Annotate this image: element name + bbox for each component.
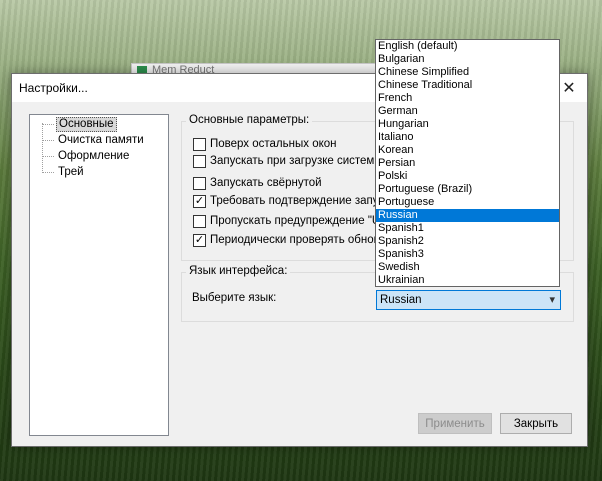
language-option[interactable]: English (default): [376, 40, 559, 53]
tree-item-appearance[interactable]: Оформление: [56, 149, 131, 164]
language-option[interactable]: Swedish: [376, 261, 559, 274]
checkbox[interactable]: [193, 214, 206, 228]
option-skip-warning[interactable]: Пропускать предупреждение "Us: [193, 213, 386, 229]
language-option[interactable]: Spanish3: [376, 248, 559, 261]
apply-button[interactable]: Применить: [418, 413, 492, 434]
language-option[interactable]: Spanish2: [376, 235, 559, 248]
checkbox-checked[interactable]: ✓: [193, 233, 206, 247]
tree-connector: [42, 124, 54, 125]
tree-connector: [42, 123, 43, 173]
language-select-label: Выберите язык:: [192, 292, 277, 304]
chevron-down-icon[interactable]: ▾: [549, 293, 555, 306]
language-dropdown-list: English (default) Bulgarian Chinese Simp…: [375, 39, 560, 287]
language-option[interactable]: German: [376, 105, 559, 118]
tree-item-memory-cleaning[interactable]: Очистка памяти: [56, 133, 146, 148]
language-option[interactable]: Bulgarian: [376, 53, 559, 66]
language-select[interactable]: Russian ▾: [376, 290, 561, 310]
language-option[interactable]: Portuguese (Brazil): [376, 183, 559, 196]
close-button[interactable]: Закрыть: [500, 413, 572, 434]
language-option[interactable]: Persian: [376, 157, 559, 170]
option-always-on-top[interactable]: Поверх остальных окон: [193, 136, 337, 152]
language-option[interactable]: Chinese Simplified: [376, 66, 559, 79]
option-label: Запускать свёрнутой: [210, 177, 322, 189]
language-option[interactable]: Italiano: [376, 131, 559, 144]
language-option[interactable]: Korean: [376, 144, 559, 157]
checkbox[interactable]: [193, 154, 206, 168]
option-label: Пропускать предупреждение "Us: [210, 215, 386, 227]
language-option[interactable]: Chinese Traditional: [376, 79, 559, 92]
dialog-title: Настройки...: [19, 81, 88, 95]
tree-item-tray[interactable]: Трей: [56, 165, 86, 180]
language-option-selected[interactable]: Russian: [376, 209, 559, 222]
option-check-updates[interactable]: ✓ Периодически проверять обновл: [193, 232, 386, 248]
tree-connector: [42, 172, 54, 173]
option-label: Периодически проверять обновл: [210, 234, 387, 246]
option-start-minimized[interactable]: Запускать свёрнутой: [193, 175, 322, 191]
tree-item-general[interactable]: Основные: [56, 117, 117, 132]
language-option[interactable]: Polski: [376, 170, 559, 183]
checkbox[interactable]: [193, 176, 206, 190]
language-option[interactable]: Hungarian: [376, 118, 559, 131]
language-select-value: Russian: [380, 294, 422, 306]
checkbox-checked[interactable]: ✓: [193, 194, 206, 208]
checkbox[interactable]: [193, 137, 206, 151]
tree-connector: [42, 140, 54, 141]
language-group-label: Язык интерфейса:: [186, 265, 291, 277]
option-require-confirmation[interactable]: ✓ Требовать подтверждение запус: [193, 193, 384, 209]
language-option[interactable]: French: [376, 92, 559, 105]
tree-connector: [42, 156, 54, 157]
option-label: Поверх остальных окон: [210, 138, 337, 150]
option-label: Запускать при загрузке системы: [210, 155, 383, 167]
option-autostart[interactable]: Запускать при загрузке системы: [193, 153, 383, 169]
settings-tree: Основные Очистка памяти Оформление Трей: [29, 114, 169, 436]
main-options-label: Основные параметры:: [186, 114, 313, 126]
option-label: Требовать подтверждение запус: [210, 195, 385, 207]
language-option[interactable]: Portuguese: [376, 196, 559, 209]
language-option[interactable]: Spanish1: [376, 222, 559, 235]
language-option[interactable]: Ukrainian: [376, 274, 559, 287]
